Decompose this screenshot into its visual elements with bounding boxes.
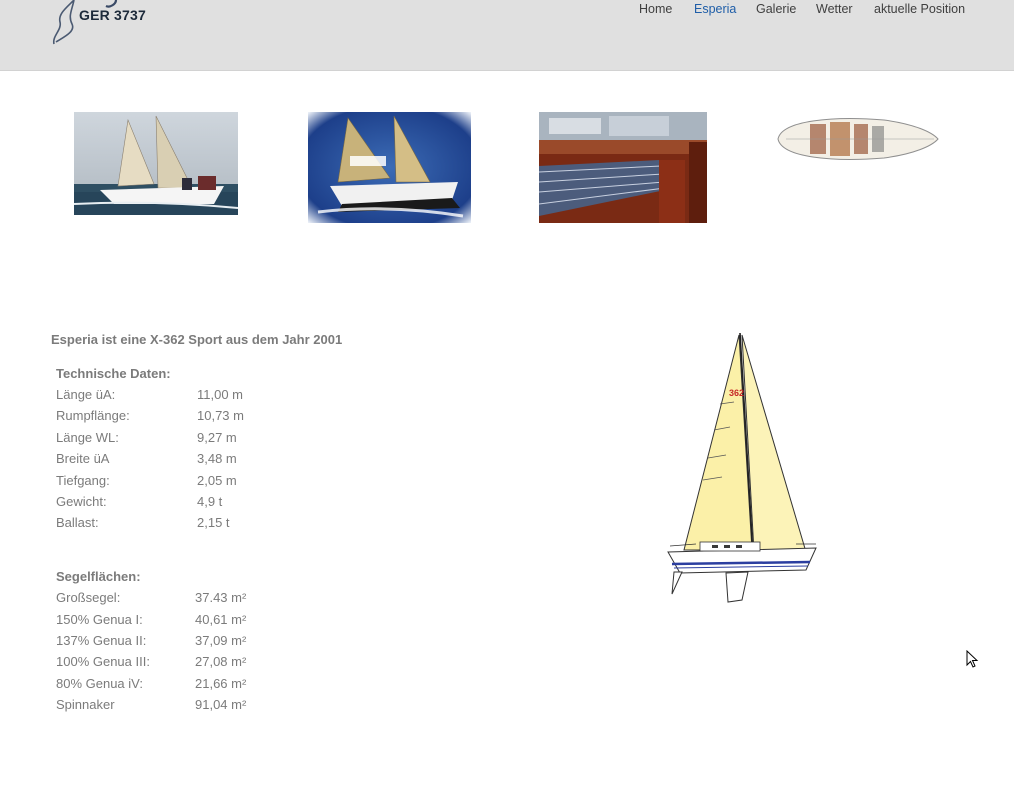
sail-value: 37.43 m² <box>195 590 247 605</box>
sailing-photo-1[interactable] <box>74 112 238 215</box>
sail-label: Spinnaker <box>56 697 115 712</box>
cabin-interior-photo[interactable] <box>539 112 707 223</box>
tech-label: Gewicht: <box>56 494 107 509</box>
tech-label: Länge WL: <box>56 430 119 445</box>
tech-value: 10,73 m <box>197 408 244 423</box>
sail-areas-heading: Segelflächen: <box>56 569 141 584</box>
nav-galerie[interactable]: Galerie <box>756 2 796 16</box>
deck-plan-drawing[interactable] <box>774 112 940 166</box>
tech-value: 2,15 t <box>197 515 230 530</box>
sail-label: 150% Genua I: <box>56 612 143 627</box>
sailing-photo-2-image <box>308 112 471 223</box>
sail-value: 37,09 m² <box>195 633 247 648</box>
mouse-cursor-icon <box>966 650 979 668</box>
deck-plan-image <box>774 112 940 166</box>
sailing-photo-2[interactable] <box>308 112 471 223</box>
sailing-photo-1-image <box>74 112 238 215</box>
sail-label: 80% Genua iV: <box>56 676 143 691</box>
nav-aktuelle-position[interactable]: aktuelle Position <box>874 2 965 16</box>
sail-value: 21,66 m² <box>195 676 247 691</box>
sail-value: 91,04 m² <box>195 697 247 712</box>
nav-wetter[interactable]: Wetter <box>816 2 853 16</box>
tech-value: 3,48 m <box>197 451 237 466</box>
nav-home[interactable]: Home <box>639 2 672 16</box>
sail-label: Großsegel: <box>56 590 121 605</box>
tech-label: Breite üA <box>56 451 110 466</box>
tech-label: Länge üA: <box>56 387 116 402</box>
sailboat-side-view: 362 <box>656 330 826 606</box>
tech-label: Tiefgang: <box>56 473 110 488</box>
main-nav: Home Esperia Galerie Wetter aktuelle Pos… <box>0 2 1014 22</box>
tech-value: 11,00 m <box>197 387 244 402</box>
sail-label: 137% Genua II: <box>56 633 147 648</box>
tech-value: 4,9 t <box>197 494 223 509</box>
tech-value: 2,05 m <box>197 473 237 488</box>
site-header: GER 3737 Home Esperia Galerie Wetter akt… <box>0 0 1014 71</box>
cabin-interior-image <box>539 112 707 223</box>
tech-data-heading: Technische Daten: <box>56 366 171 381</box>
sail-value: 40,61 m² <box>195 612 247 627</box>
tech-label: Ballast: <box>56 515 99 530</box>
sailboat-drawing: 362 <box>667 332 817 603</box>
sail-number: 362 <box>729 388 744 398</box>
page-title: Esperia ist eine X-362 Sport aus dem Jah… <box>51 332 343 347</box>
tech-label: Rumpflänge: <box>56 408 130 423</box>
tech-value: 9,27 m <box>197 430 237 445</box>
sail-value: 27,08 m² <box>195 654 247 669</box>
sail-label: 100% Genua III: <box>56 654 150 669</box>
nav-esperia[interactable]: Esperia <box>694 2 736 16</box>
